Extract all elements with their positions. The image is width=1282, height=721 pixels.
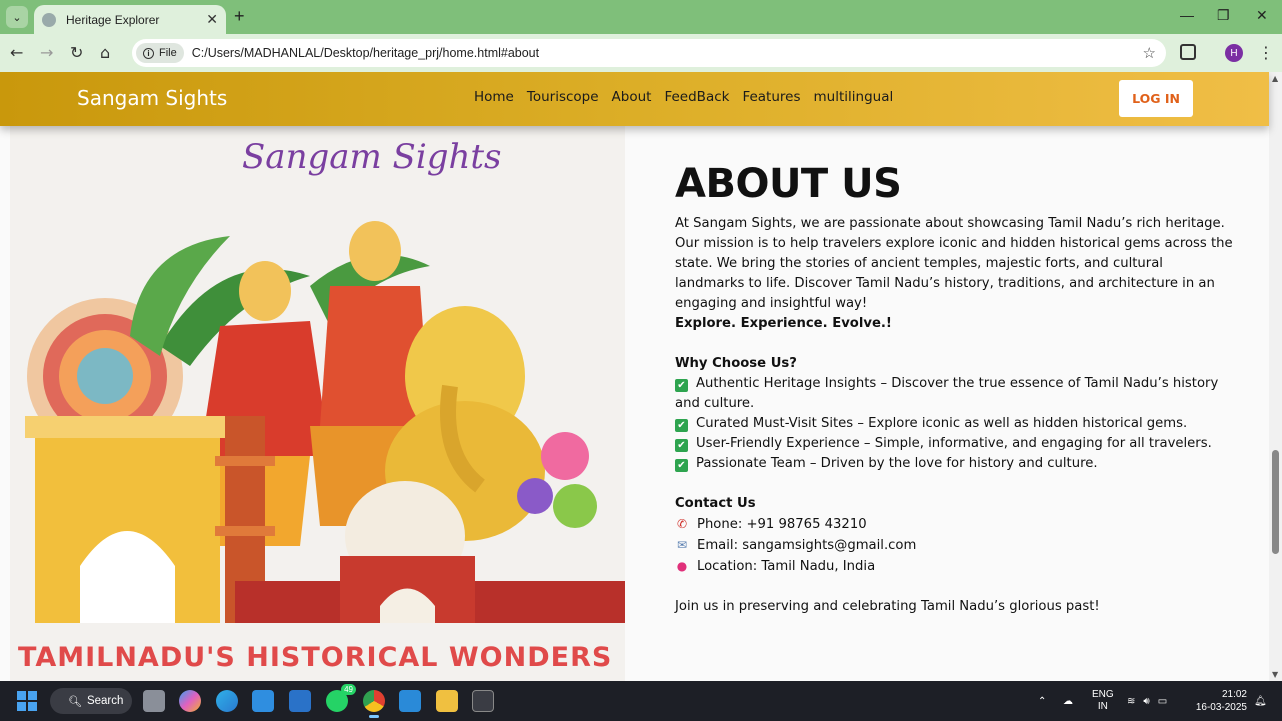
vscode-icon[interactable] bbox=[399, 690, 421, 712]
why-item: ✔ Curated Must-Visit Sites – Explore icon… bbox=[675, 414, 1235, 434]
close-window-button[interactable]: ✕ bbox=[1256, 7, 1268, 24]
about-closing: Join us in preserving and celebrating Ta… bbox=[675, 599, 1100, 614]
site-menu: Home Touriscope About FeedBack Features … bbox=[474, 89, 893, 105]
edge-browser-icon[interactable] bbox=[216, 690, 238, 712]
onedrive-status-icon[interactable]: ☁ bbox=[1063, 681, 1073, 721]
tab-close-button[interactable]: ✕ bbox=[206, 11, 218, 28]
whatsapp-icon[interactable]: 49 bbox=[326, 684, 356, 712]
terminal-icon[interactable] bbox=[472, 690, 494, 712]
tab-title: Heritage Explorer bbox=[66, 12, 160, 27]
scroll-up-arrow-icon[interactable]: ▲ bbox=[1272, 74, 1278, 83]
why-item: ✔ User-Friendly Experience – Simple, info… bbox=[675, 434, 1235, 454]
scrollbar-thumb[interactable] bbox=[1272, 450, 1279, 554]
minimize-button[interactable]: — bbox=[1180, 7, 1194, 23]
address-bar[interactable]: i File C:/Users/MADHANLAL/Desktop/herita… bbox=[132, 39, 1166, 67]
copilot-icon[interactable] bbox=[179, 690, 201, 712]
file-explorer-icon[interactable] bbox=[436, 690, 458, 712]
nav-feedback[interactable]: FeedBack bbox=[664, 89, 729, 105]
nav-features[interactable]: Features bbox=[742, 89, 800, 105]
about-tagline: Explore. Experience. Evolve.! bbox=[675, 316, 892, 331]
globe-icon bbox=[42, 12, 56, 27]
browser-toolbar: ← → ↻ ⌂ i File C:/Users/MADHANLAL/Deskto… bbox=[0, 34, 1282, 72]
notification-bell-icon[interactable]: 🔔︎ bbox=[1254, 681, 1267, 721]
extensions-puzzle-icon[interactable] bbox=[1180, 44, 1196, 60]
page-scrollbar[interactable]: ▲ ▼ bbox=[1269, 72, 1282, 681]
site-info-chip[interactable]: i File bbox=[136, 43, 184, 63]
back-button[interactable]: ← bbox=[10, 43, 23, 62]
why-item: ✔ Passionate Team – Driven by the love fo… bbox=[675, 454, 1235, 474]
nav-multilingual[interactable]: multilingual bbox=[814, 89, 894, 105]
tray-overflow-icon[interactable]: ⌃ bbox=[1038, 681, 1046, 721]
windows-start-icon[interactable] bbox=[17, 691, 37, 711]
check-icon: ✔ bbox=[675, 419, 688, 432]
page-viewport: Sangam Sights Home Touriscope About Feed… bbox=[0, 72, 1282, 681]
login-button[interactable]: LOG IN bbox=[1119, 80, 1193, 117]
profile-avatar[interactable]: H bbox=[1225, 44, 1243, 62]
why-item: ✔ Authentic Heritage Insights – Discover … bbox=[675, 376, 1219, 411]
chrome-icon[interactable] bbox=[363, 690, 385, 718]
hero-title-script: Sangam Sights bbox=[242, 137, 501, 177]
clock[interactable]: 21:02 16-03-2025 bbox=[1193, 681, 1247, 721]
site-brand[interactable]: Sangam Sights bbox=[77, 86, 227, 110]
task-view-icon[interactable] bbox=[143, 690, 165, 712]
new-tab-button[interactable]: + bbox=[234, 6, 245, 27]
scroll-down-arrow-icon[interactable]: ▼ bbox=[1272, 670, 1278, 679]
contact-email: ✉ Email: sangamsights@gmail.com bbox=[675, 535, 1235, 556]
battery-icon: ▭ bbox=[1157, 695, 1168, 707]
why-heading: Why Choose Us? bbox=[675, 356, 797, 371]
site-navbar: Sangam Sights Home Touriscope About Feed… bbox=[0, 72, 1269, 126]
location-pin-icon: ● bbox=[676, 559, 688, 573]
check-icon: ✔ bbox=[675, 459, 688, 472]
active-app-indicator bbox=[369, 715, 379, 718]
nav-about[interactable]: About bbox=[612, 89, 652, 105]
whatsapp-unread-badge: 49 bbox=[341, 684, 356, 695]
contact-location: ● Location: Tamil Nadu, India bbox=[675, 556, 1235, 577]
about-section: ABOUT US At Sangam Sights, we are passio… bbox=[675, 162, 1235, 617]
store-icon[interactable] bbox=[252, 690, 274, 712]
phone-icon: ✆ bbox=[676, 517, 688, 531]
taskbar-search[interactable]: 🔍︎ Search bbox=[50, 688, 132, 714]
nav-touriscope[interactable]: Touriscope bbox=[527, 89, 599, 105]
contact-heading: Contact Us bbox=[675, 496, 756, 511]
about-intro: At Sangam Sights, we are passionate abou… bbox=[675, 216, 1233, 311]
home-button[interactable]: ⌂ bbox=[100, 43, 110, 62]
hero-illustration: Sangam Sights TAMILNADU'S HISTORICAL WON… bbox=[10, 126, 625, 681]
quick-settings[interactable]: ≋ 🔊︎ ▭ bbox=[1127, 681, 1167, 721]
maximize-button[interactable]: ❐ bbox=[1217, 7, 1230, 24]
info-icon: i bbox=[143, 47, 154, 59]
language-indicator[interactable]: ENG IN bbox=[1092, 681, 1114, 721]
volume-icon: 🔊︎ bbox=[1143, 695, 1150, 707]
address-url[interactable]: C:/Users/MADHANLAL/Desktop/heritage_prj/… bbox=[192, 46, 539, 60]
check-icon: ✔ bbox=[675, 439, 688, 452]
browser-tabstrip: ⌄ Heritage Explorer ✕ + — ❐ ✕ bbox=[0, 0, 1282, 34]
calculator-app-icon[interactable] bbox=[289, 690, 311, 712]
search-icon: 🔍︎ bbox=[68, 695, 82, 708]
about-heading: ABOUT US bbox=[675, 161, 902, 207]
reload-button[interactable]: ↻ bbox=[70, 43, 83, 62]
forward-button[interactable]: → bbox=[40, 43, 53, 62]
windows-taskbar: 🔍︎ Search 49 ⌃ ☁ ENG IN ≋ 🔊︎ ▭ 21:02 16-… bbox=[0, 681, 1282, 721]
browser-tab[interactable]: Heritage Explorer ✕ bbox=[34, 5, 226, 34]
check-icon: ✔ bbox=[675, 379, 688, 392]
bookmark-star-icon[interactable]: ☆ bbox=[1143, 44, 1156, 62]
contact-phone: ✆ Phone: +91 98765 43210 bbox=[675, 514, 1235, 535]
nav-home[interactable]: Home bbox=[474, 89, 514, 105]
tab-search-menu-button[interactable]: ⌄ bbox=[6, 6, 28, 28]
hero-banner-text: TAMILNADU'S HISTORICAL WONDERS bbox=[18, 642, 612, 673]
site-info-label: File bbox=[159, 47, 177, 59]
wifi-icon: ≋ bbox=[1127, 695, 1136, 707]
heritage-collage-image: Sangam Sights TAMILNADU'S HISTORICAL WON… bbox=[10, 137, 625, 681]
browser-menu-icon[interactable]: ⋮ bbox=[1258, 43, 1274, 62]
taskbar-search-label: Search bbox=[86, 695, 124, 707]
email-icon: ✉ bbox=[676, 538, 688, 552]
